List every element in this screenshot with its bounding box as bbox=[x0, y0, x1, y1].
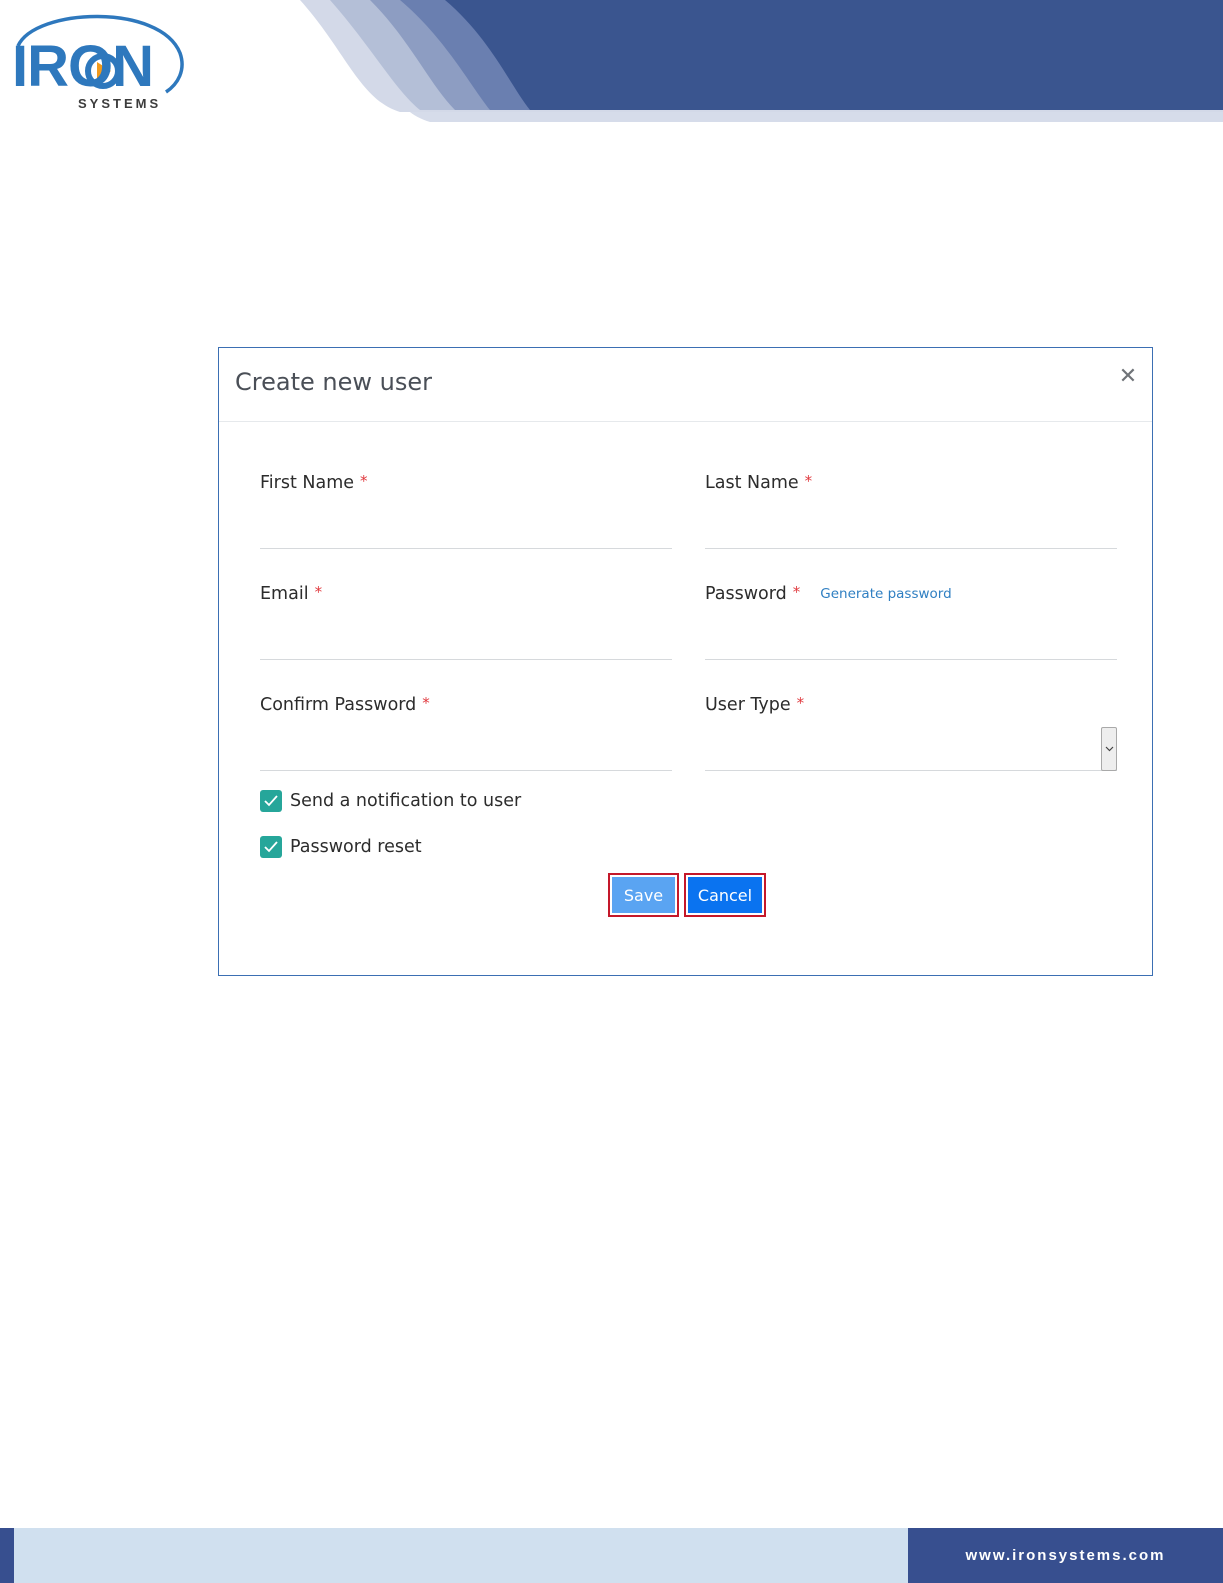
logo-wordmark: IRON bbox=[12, 34, 154, 99]
user-type-select[interactable] bbox=[705, 727, 1117, 771]
chevron-down-icon bbox=[1105, 746, 1113, 752]
required-mark: * bbox=[314, 583, 323, 601]
generate-password-link[interactable]: Generate password bbox=[820, 586, 951, 602]
send-notification-checkbox[interactable]: Send a notification to user bbox=[260, 790, 521, 812]
confirm-password-input[interactable] bbox=[260, 729, 672, 771]
footer-url: www.ironsystems.com bbox=[965, 1547, 1166, 1564]
required-mark: * bbox=[796, 694, 805, 712]
dialog-title: Create new user bbox=[235, 368, 432, 396]
send-notification-label: Send a notification to user bbox=[290, 791, 522, 811]
required-mark: * bbox=[792, 583, 801, 601]
dropdown-toggle[interactable] bbox=[1101, 727, 1117, 771]
iron-systems-logo: IRON SYSTEMS bbox=[10, 8, 185, 116]
password-label: Password bbox=[705, 584, 787, 604]
email-input[interactable] bbox=[260, 618, 672, 660]
cancel-button[interactable]: Cancel bbox=[684, 873, 766, 917]
logo-subtext: SYSTEMS bbox=[78, 96, 162, 111]
password-reset-checkbox[interactable]: Password reset bbox=[260, 836, 422, 858]
save-button-label: Save bbox=[623, 885, 664, 905]
email-label: Email bbox=[260, 584, 309, 604]
last-name-label: Last Name bbox=[705, 473, 799, 493]
required-mark: * bbox=[804, 472, 813, 490]
email-field: Email * bbox=[260, 583, 672, 660]
confirm-password-field: Confirm Password * bbox=[260, 694, 672, 771]
first-name-field: First Name * bbox=[260, 472, 672, 549]
password-reset-label: Password reset bbox=[290, 837, 422, 857]
checkmark-icon bbox=[264, 841, 278, 853]
user-type-label: User Type bbox=[705, 695, 791, 715]
checkbox-checked[interactable] bbox=[260, 836, 282, 858]
checkbox-checked[interactable] bbox=[260, 790, 282, 812]
password-input[interactable] bbox=[705, 618, 1117, 660]
footer-url-block: www.ironsystems.com bbox=[908, 1528, 1223, 1583]
required-mark: * bbox=[360, 472, 368, 490]
first-name-label: First Name bbox=[260, 473, 355, 493]
dialog-header: Create new user ✕ bbox=[219, 348, 1152, 422]
footer-band bbox=[14, 1528, 908, 1583]
footer-stripe bbox=[0, 1528, 14, 1583]
last-name-field: Last Name * bbox=[705, 472, 1117, 549]
save-button[interactable]: Save bbox=[608, 873, 679, 917]
confirm-password-label: Confirm Password bbox=[260, 695, 417, 715]
create-user-dialog: Create new user ✕ First Name * Last Name *… bbox=[218, 347, 1153, 976]
last-name-input[interactable] bbox=[705, 507, 1117, 549]
page-footer: www.ironsystems.com bbox=[0, 1528, 1223, 1583]
required-mark: * bbox=[422, 694, 430, 712]
close-button[interactable]: ✕ bbox=[1118, 366, 1138, 388]
user-type-field: User Type * bbox=[705, 694, 1117, 771]
first-name-input[interactable] bbox=[260, 507, 672, 549]
checkmark-icon bbox=[264, 795, 278, 807]
password-field: Password * Generate password bbox=[705, 583, 1117, 660]
cancel-button-label: Cancel bbox=[697, 885, 753, 905]
close-icon: ✕ bbox=[1118, 364, 1138, 389]
